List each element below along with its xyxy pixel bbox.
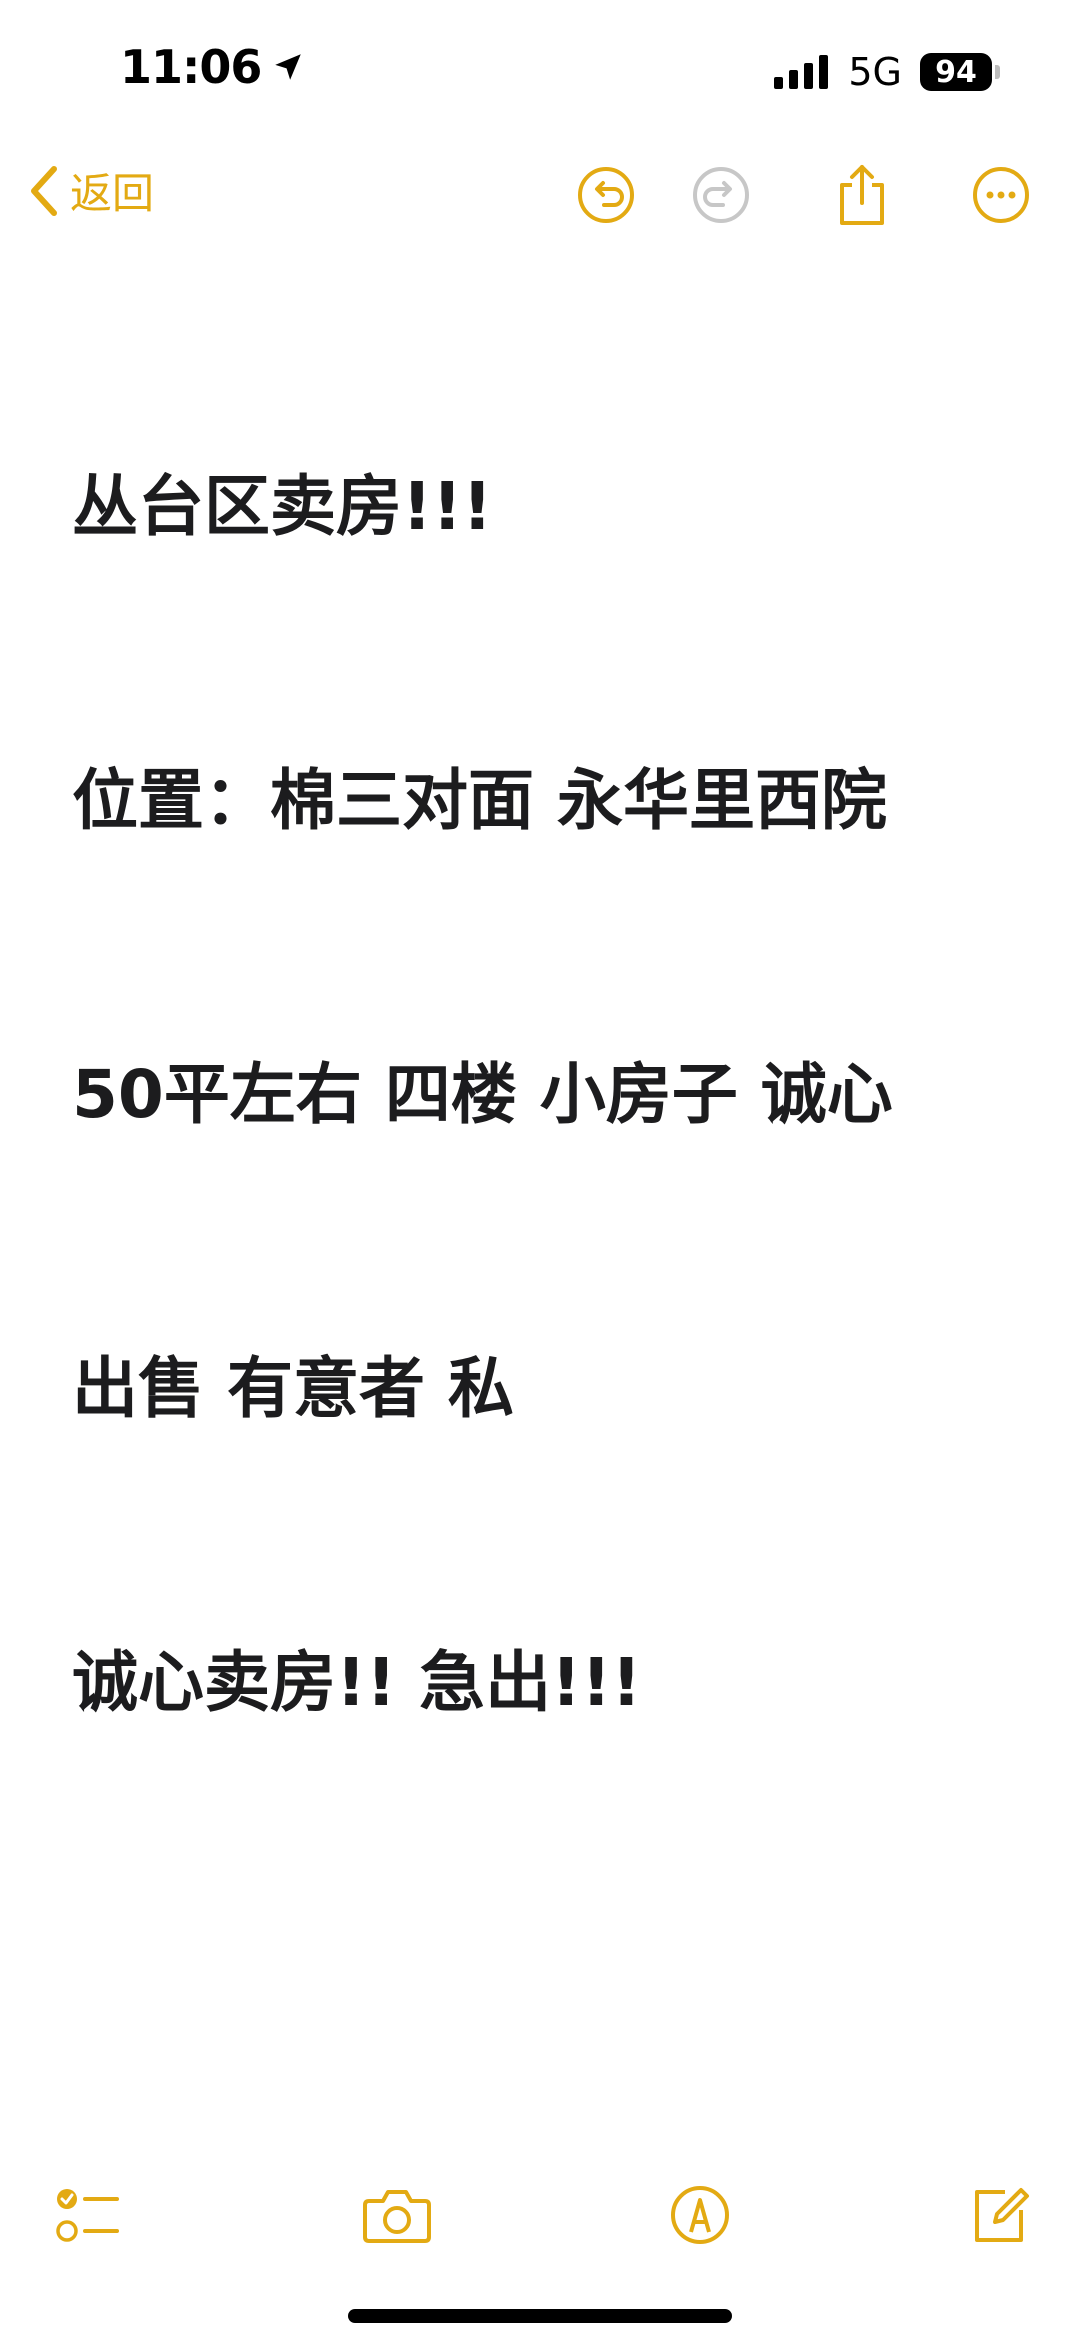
network-type-label: 5G	[848, 50, 902, 94]
chevron-left-icon	[31, 165, 57, 216]
share-icon	[840, 165, 884, 225]
status-time: 11:06	[120, 40, 262, 94]
more-icon	[973, 167, 1029, 223]
compose-icon	[975, 2188, 1029, 2242]
compose-button[interactable]	[960, 2175, 1040, 2255]
redo-button[interactable]	[686, 160, 756, 230]
markup-pen-icon	[671, 2186, 729, 2244]
bottom-toolbar	[0, 2170, 1080, 2260]
undo-button[interactable]	[571, 160, 641, 230]
status-bar: 11:06 5G 94	[0, 0, 1080, 140]
back-label: 返回	[70, 169, 155, 218]
note-line: 诚心卖房!! 急出!!!	[72, 1644, 642, 1721]
battery-level: 94	[920, 53, 992, 91]
undo-icon	[578, 167, 634, 223]
redo-icon	[693, 167, 749, 223]
cellular-signal-icon	[774, 55, 829, 89]
share-button[interactable]	[827, 160, 897, 230]
home-indicator[interactable]	[348, 2309, 732, 2323]
note-text-area[interactable]: 丛台区卖房!!! 位置：棉三对面 永华里西院 50平左右 四楼 小房子 诚心 出…	[72, 262, 1012, 1830]
location-arrow-icon	[275, 54, 302, 80]
markup-button[interactable]	[660, 2175, 740, 2255]
nav-bar: 返回	[0, 150, 1080, 240]
note-line: 50平左右 四楼 小房子 诚心	[72, 1056, 893, 1133]
checklist-button[interactable]	[48, 2175, 128, 2255]
camera-button[interactable]	[357, 2175, 437, 2255]
battery-indicator: 94	[920, 53, 1000, 91]
battery-tip	[995, 65, 1000, 79]
camera-icon	[363, 2190, 431, 2243]
checklist-icon	[56, 2189, 119, 2242]
note-line: 丛台区卖房!!!	[72, 468, 493, 545]
note-line: 出售 有意者 私	[72, 1350, 514, 1427]
back-button[interactable]: 返回	[28, 160, 154, 221]
note-line: 位置：棉三对面 永华里西院	[72, 762, 887, 839]
status-indicators: 5G 94	[774, 50, 1000, 94]
more-button[interactable]	[966, 160, 1036, 230]
status-time-group: 11:06	[120, 40, 305, 94]
